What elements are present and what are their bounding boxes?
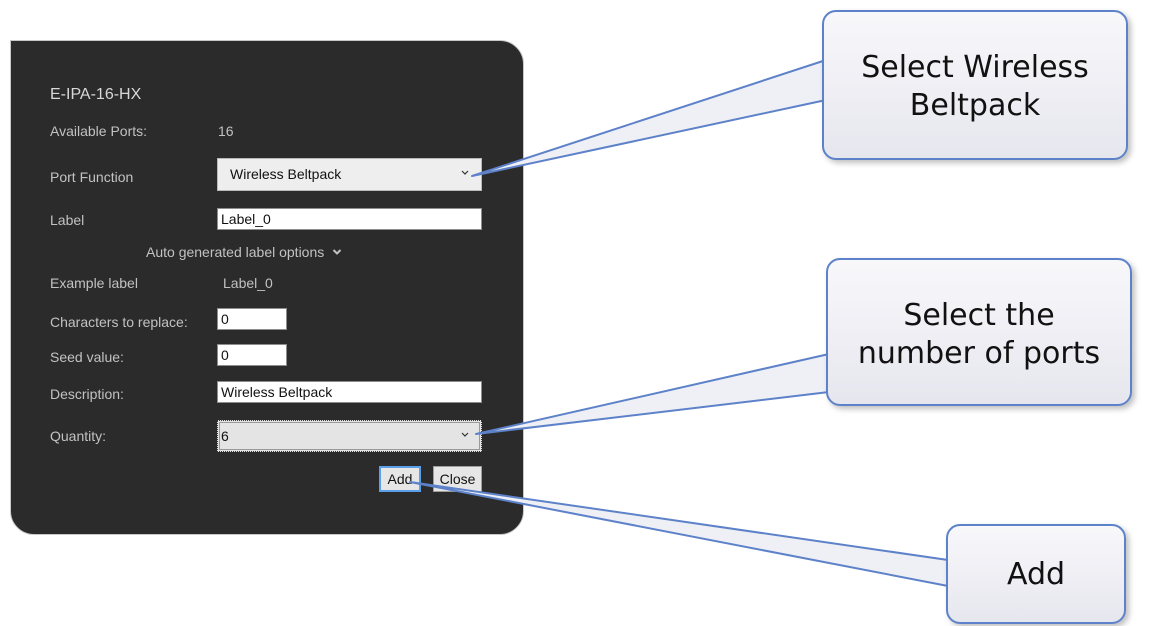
callout-add-text: Add: [1006, 557, 1066, 592]
callout-pointer-ports: [475, 353, 830, 435]
chevron-down-icon: [333, 249, 342, 255]
quantity-value: 6: [221, 428, 229, 444]
seed-value-label: Seed value:: [50, 349, 124, 365]
callout-select-beltpack: Select Wireless Beltpack: [822, 10, 1128, 160]
seed-value-input[interactable]: [217, 344, 287, 366]
description-label: Description:: [50, 386, 124, 402]
chars-to-replace-input[interactable]: [217, 308, 287, 330]
label-field-label: Label: [50, 212, 85, 228]
chevron-down-icon: [461, 170, 469, 175]
chars-to-replace-label: Characters to replace:: [50, 314, 188, 330]
example-label-label: Example label: [50, 275, 138, 291]
chevron-down-icon: [461, 432, 469, 437]
example-label-value: Label_0: [223, 275, 273, 291]
available-ports-label: Available Ports:: [50, 123, 148, 139]
callout-pointer-beltpack: [471, 59, 827, 177]
port-function-select[interactable]: Wireless Beltpack: [217, 158, 482, 191]
quantity-select[interactable]: 6: [217, 420, 482, 452]
quantity-label: Quantity:: [50, 428, 107, 444]
port-function-value: Wireless Beltpack: [230, 166, 342, 182]
callout-add: Add: [946, 524, 1126, 624]
label-input[interactable]: [217, 208, 482, 230]
add-button[interactable]: Add: [379, 466, 421, 492]
port-function-label: Port Function: [50, 169, 134, 185]
callout-select-beltpack-line1: Select Wireless: [861, 50, 1089, 85]
callout-select-ports-line1: Select the: [903, 298, 1055, 333]
auto-generated-label-text: Auto generated label options: [146, 244, 325, 260]
callout-select-ports: Select the number of ports: [826, 258, 1132, 406]
callout-select-beltpack-line2: Beltpack: [909, 88, 1041, 123]
callout-select-ports-line2: number of ports: [857, 336, 1101, 371]
close-button[interactable]: Close: [433, 466, 482, 492]
available-ports-value: 16: [218, 123, 234, 139]
auto-generated-label-options-toggle[interactable]: Auto generated label options: [146, 244, 342, 260]
description-input[interactable]: [217, 381, 482, 403]
device-title: E-IPA-16-HX: [50, 86, 142, 103]
